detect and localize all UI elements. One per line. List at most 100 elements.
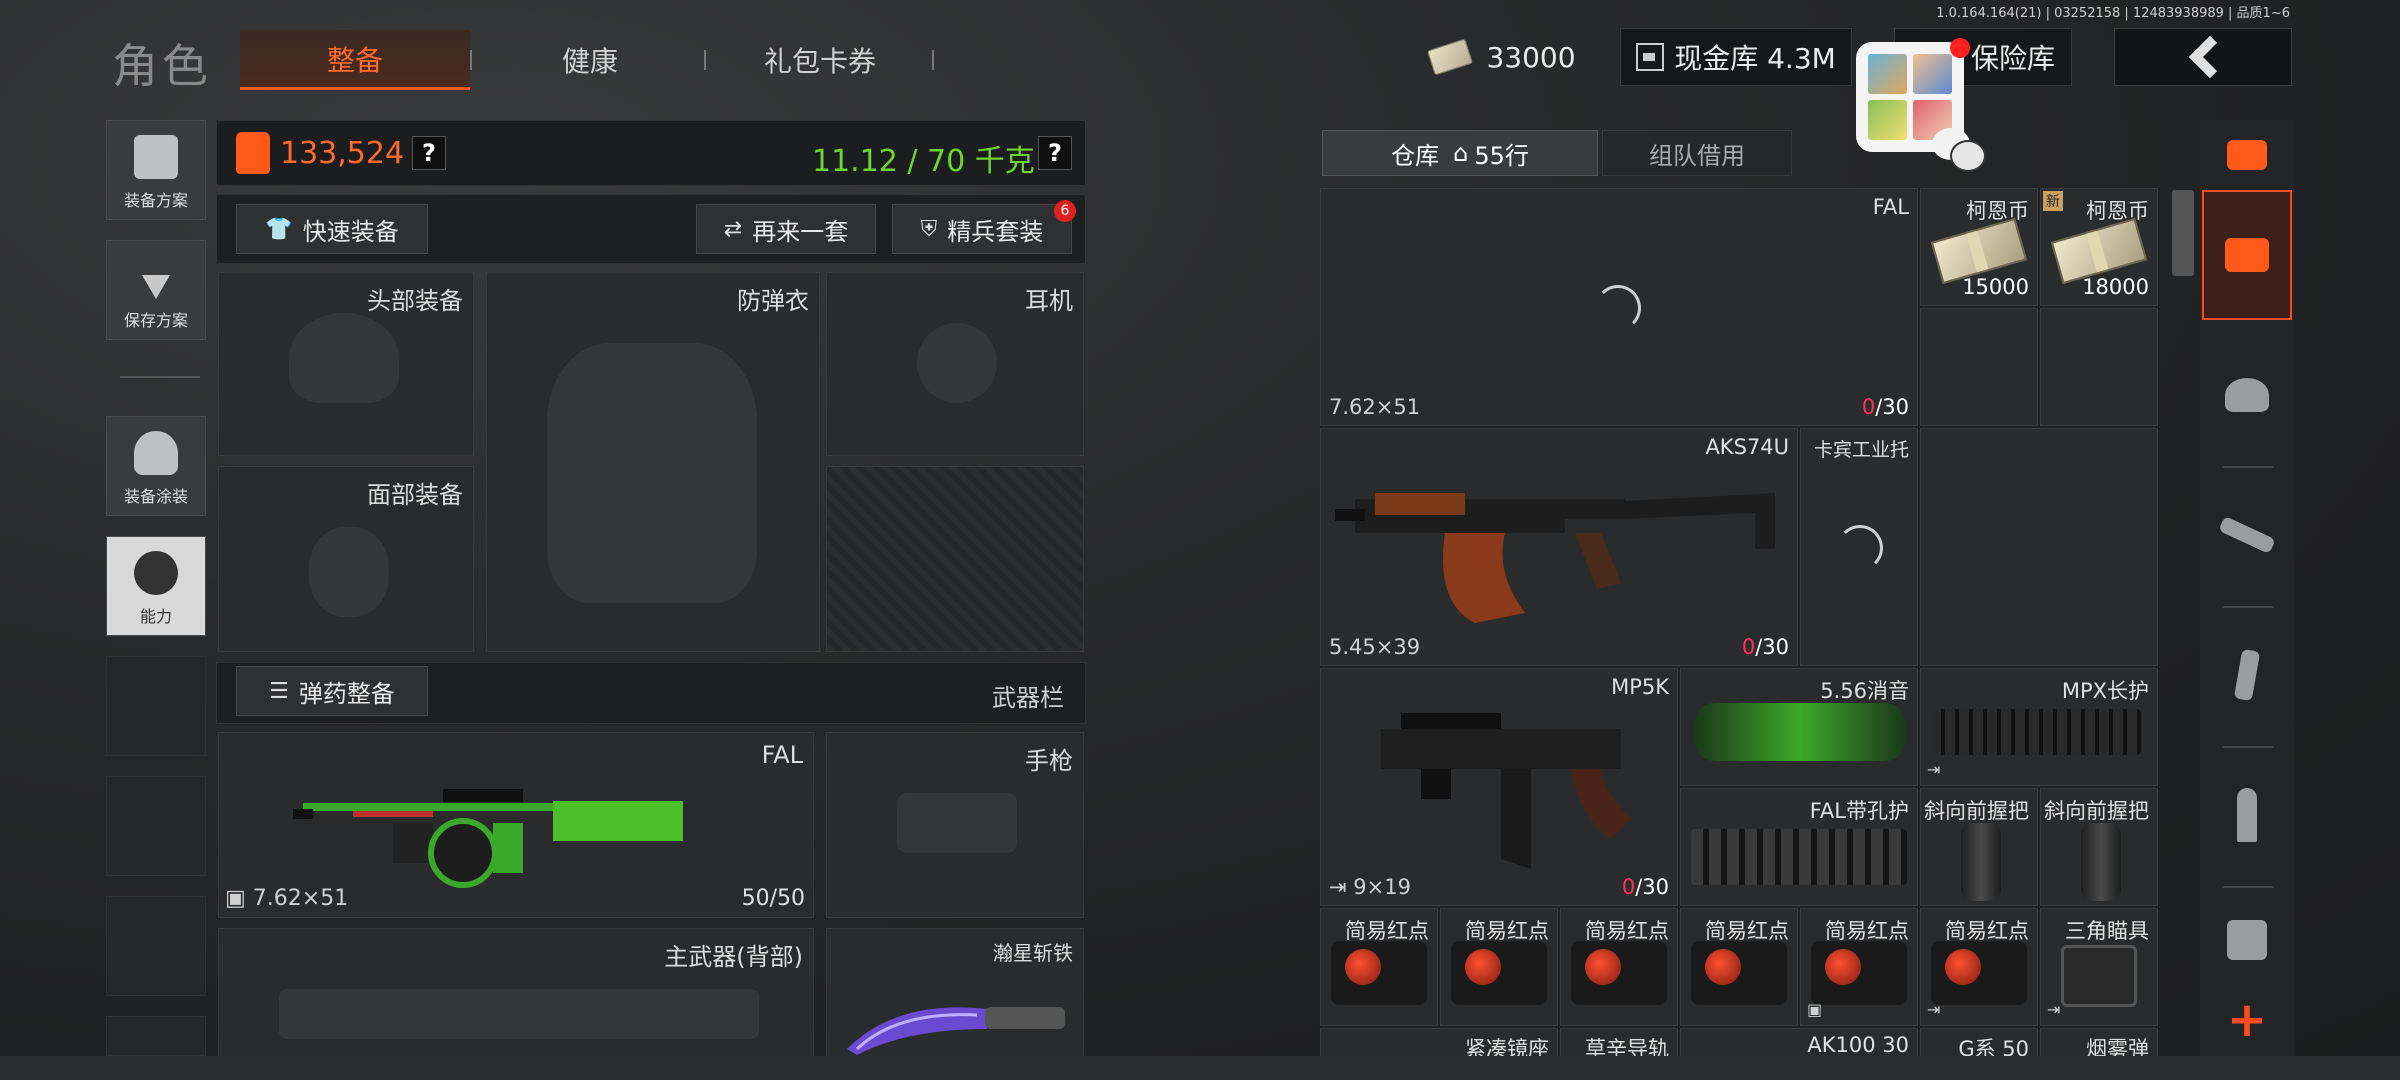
weight-help-button[interactable]: ? [1038, 136, 1072, 170]
red-dot-image [1451, 941, 1547, 1005]
warehouse-item-red-dot[interactable]: 简易红点 [1560, 908, 1678, 1026]
quick-equip-button[interactable]: 👕 快速装备 [236, 204, 428, 254]
slot-body-armor[interactable]: 防弹衣 [486, 272, 820, 652]
tab-divider [704, 50, 706, 70]
slot-pistol[interactable]: 手枪 [826, 732, 1084, 918]
rifle-icon [2218, 515, 2276, 555]
warehouse-item-coin[interactable]: 新 柯恩币 18000 [2040, 188, 2158, 306]
redo-set-button[interactable]: ⇄ 再来一套 [696, 204, 876, 254]
shirt-icon: 👕 [265, 216, 293, 242]
weapon-bar-label: 武器栏 [992, 684, 1064, 712]
red-dot-image [1571, 941, 1667, 1005]
handguard-image [1931, 709, 2141, 755]
currency-display[interactable]: 33000 [1424, 28, 1582, 86]
warehouse-item-red-dot[interactable]: 简易红点 [1440, 908, 1558, 1026]
exit-icon: ⇥ [1927, 760, 1941, 779]
ammo-prep-button[interactable]: ☰ 弹药整备 [236, 666, 428, 716]
item-name: 烟雾弹 [2086, 1037, 2149, 1058]
item-name: AKS74U [1705, 435, 1789, 459]
warehouse-item-mpx-handguard[interactable]: MPX长护 ⇥ [1920, 668, 2158, 786]
warehouse-scrollbar[interactable] [2172, 190, 2194, 276]
tab-equip[interactable]: 整备 [240, 30, 470, 90]
loaded-count: 0 [1861, 395, 1876, 419]
magazine-icon [2233, 648, 2261, 702]
tab-health[interactable]: 健康 [480, 30, 700, 90]
tab-storage[interactable]: 仓库 ⌂ 55行 [1322, 130, 1598, 176]
warehouse-item-grip[interactable]: 斜向前握把 [1920, 788, 2038, 906]
elite-set-button[interactable]: ⛨ 精兵套装 [892, 204, 1072, 254]
warehouse-item-partial[interactable]: AK100 30 [1680, 1028, 1918, 1058]
category-attachment[interactable] [2202, 890, 2292, 990]
sidebar-item-paint[interactable]: 装备涂装 [106, 416, 206, 516]
slot-primary-weapon[interactable]: FAL ▣ 7.62×51 50/50 [218, 732, 814, 918]
divider [2222, 746, 2274, 748]
category-sort-button[interactable] [2202, 120, 2292, 190]
sidebar-item-save-plan[interactable]: 保存方案 [106, 240, 206, 340]
slot-face[interactable]: 面部装备 [218, 466, 474, 652]
slot-label: FAL [761, 741, 803, 769]
loading-spinner [1595, 285, 1641, 331]
ammo-prep-label: 弹药整备 [298, 679, 395, 708]
warehouse-empty-cell[interactable] [2040, 308, 2158, 426]
category-all[interactable] [2202, 190, 2292, 320]
warehouse-item-triangle-sight[interactable]: 三角瞄具 ⇥ [2040, 908, 2158, 1026]
warehouse-item-grip[interactable]: 斜向前握把 [2040, 788, 2158, 906]
sidebar-item-ability[interactable]: 能力 [106, 536, 206, 636]
warehouse-item-partial[interactable]: 紧凑镜座 [1320, 1028, 1558, 1058]
category-magazine[interactable] [2202, 610, 2292, 740]
warehouse-item-partial[interactable]: 烟雾弹 [2040, 1028, 2158, 1058]
bottom-bar [0, 1056, 2400, 1080]
divider [2222, 886, 2274, 888]
warehouse-item-fal[interactable]: FAL 7.62×51 0/30 [1320, 188, 1918, 426]
item-name: MPX长护 [2061, 679, 2149, 703]
item-name: 卡宾工业托 [1813, 439, 1909, 461]
warehouse-item-fal-handguard[interactable]: FAL带孔护 [1680, 788, 1918, 906]
warehouse-empty-cell[interactable] [1920, 428, 2158, 666]
capacity: /30 [1755, 635, 1789, 659]
version-info: 1.0.164.164(21) | 03252158 | 12483938989… [1936, 6, 2290, 21]
warehouse-item-red-dot[interactable]: 简易红点 ▣ [1800, 908, 1918, 1026]
tab-team-borrow[interactable]: 组队借用 [1602, 130, 1792, 176]
slot-headset[interactable]: 耳机 [826, 272, 1084, 456]
item-name: 简易红点 [1345, 919, 1429, 943]
sidebar-item-label: 能力 [139, 607, 172, 626]
refresh-icon: ⇄ [723, 216, 743, 242]
slot-label: 主武器(背部) [664, 943, 803, 971]
warehouse-item-red-dot[interactable]: 简易红点 [1320, 908, 1438, 1026]
warehouse-item-aks74u[interactable]: AKS74U 5.45×39 0/30 [1320, 428, 1798, 666]
cash-vault-button[interactable]: 现金库 4.3M [1620, 28, 1852, 86]
warehouse-empty-cell[interactable] [1920, 308, 2038, 426]
warehouse-item-partial[interactable]: G系 50 [1920, 1028, 2038, 1058]
warehouse-item-red-dot[interactable]: 简易红点 ⇥ [1920, 908, 2038, 1026]
category-rifle[interactable] [2202, 470, 2292, 600]
armor-value: 133,524 [280, 136, 405, 171]
slot-back-weapon[interactable]: 主武器(背部) [218, 928, 814, 1058]
capacity: /30 [1635, 875, 1669, 899]
sidebar-item-loadout-plan[interactable]: 装备方案 [106, 120, 206, 220]
slot-label: 瀚星斩铁 [993, 941, 1073, 965]
category-ammo[interactable] [2202, 750, 2292, 880]
warehouse-item-coin[interactable]: 柯恩币 15000 [1920, 188, 2038, 306]
item-name: 柯恩币 [2086, 199, 2149, 223]
grip-image [1961, 823, 2001, 901]
slot-label: 手枪 [1025, 747, 1073, 775]
slot-melee[interactable]: 瀚星斩铁 [826, 928, 1084, 1058]
weight-value: 11.12 / 70 千克 [812, 144, 1035, 179]
back-button[interactable] [2114, 28, 2292, 86]
pistol-silhouette [897, 793, 1017, 853]
ammo-box-icon: ▣ [225, 886, 253, 911]
warehouse-item-stock[interactable]: 卡宾工业托 [1800, 428, 1918, 666]
add-category-button[interactable]: + [2202, 990, 2292, 1050]
warehouse-item-suppressor[interactable]: 5.56消音 [1680, 668, 1918, 786]
red-dot-image [1931, 941, 2027, 1005]
category-helmet[interactable] [2202, 330, 2292, 460]
vest-silhouette [547, 343, 757, 603]
vault-icon [1636, 43, 1665, 71]
tab-gift-coupons[interactable]: 礼包卡券 [710, 30, 930, 90]
warehouse-item-mp5k[interactable]: MP5K ⇥ 9×19 0/30 [1320, 668, 1678, 906]
slot-head[interactable]: 头部装备 [218, 272, 474, 456]
warehouse-item-red-dot[interactable]: 简易红点 [1680, 908, 1798, 1026]
item-name: 简易红点 [1945, 919, 2029, 943]
warehouse-item-partial[interactable]: 草辛导轨 [1560, 1028, 1678, 1058]
armor-help-button[interactable]: ? [412, 136, 446, 170]
